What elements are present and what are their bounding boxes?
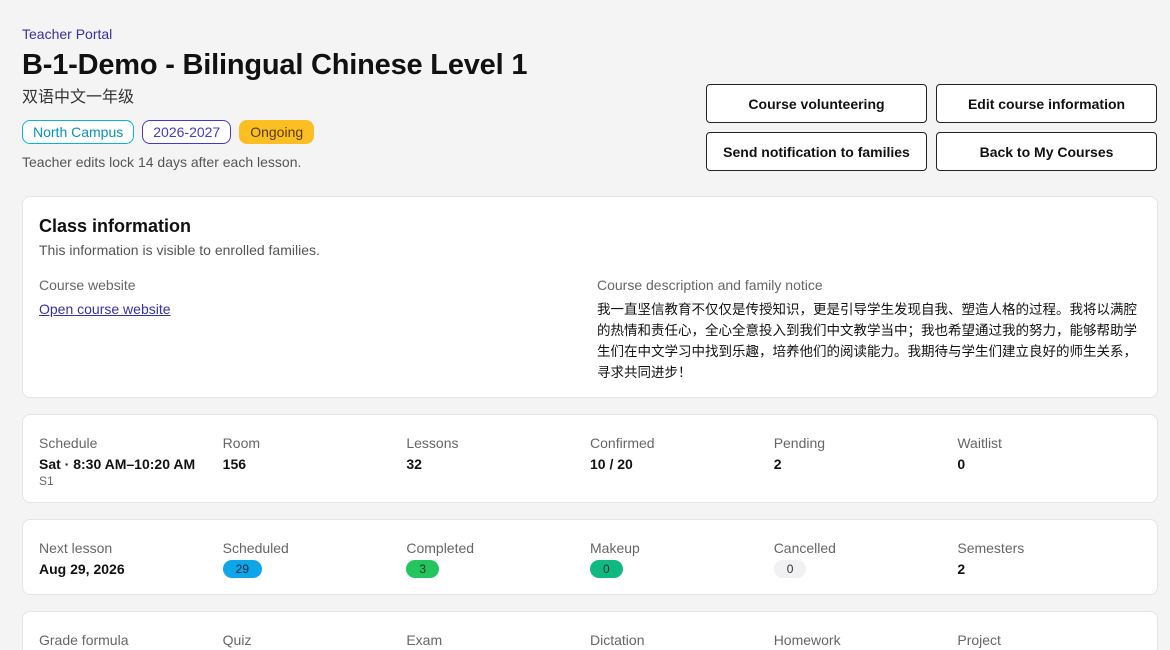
class-information-fields: Course website Open course website Cours… [39, 276, 1141, 383]
scheduled-count-badge: 29 [222, 560, 263, 578]
completed-stat: Completed 3 [406, 539, 590, 578]
stat-label: Quiz [222, 632, 252, 648]
dictation-stat: Dictation [590, 631, 774, 649]
badge-group: North Campus 2026-2027 Ongoing [22, 120, 682, 144]
exam-stat: Exam [406, 631, 590, 649]
next-lesson-stat: Next lesson Aug 29, 2026 [39, 539, 223, 578]
stat-label: Waitlist [957, 435, 1002, 451]
open-course-website-link[interactable]: Open course website [39, 300, 171, 318]
stat-label: Exam [406, 632, 443, 648]
lock-note: Teacher edits lock 14 days after each le… [22, 154, 302, 170]
course-description-field: Course description and family notice 我一直… [597, 276, 1141, 383]
pending-stat: Pending 2 [774, 434, 958, 488]
school-year-badge: 2026-2027 [142, 120, 232, 144]
stat-label: Grade formula [39, 632, 129, 648]
class-information-title: Class information [39, 216, 192, 236]
campus-badge: North Campus [22, 120, 135, 144]
semesters-stat: Semesters 2 [957, 539, 1141, 578]
grade-formula-stat: Grade formula [39, 631, 223, 649]
class-information-card: Class information This information is vi… [22, 196, 1158, 398]
homework-stat: Homework [774, 631, 958, 649]
stat-label: Confirmed [590, 435, 655, 451]
schedule-stat: Schedule Sat · 8:30 AM–10:20 AM S1 [39, 434, 223, 488]
class-information-subtitle: This information is visible to enrolled … [39, 242, 320, 258]
semesters-value: 2 [957, 561, 966, 577]
stat-label: Dictation [590, 632, 645, 648]
course-description-text: 我一直坚信教育不仅仅是传授知识，更是引导学生发现自我、塑造人格的过程。我将以满腔… [596, 302, 1137, 380]
course-website-label: Course website [39, 277, 136, 293]
page-header: Teacher Portal B-1-Demo - Bilingual Chin… [22, 26, 682, 171]
next-lesson-value: Aug 29, 2026 [39, 561, 125, 577]
makeup-stat: Makeup 0 [590, 539, 774, 578]
course-chinese-title: 双语中文一年级 [22, 89, 135, 106]
stat-label: Cancelled [773, 540, 836, 556]
confirmed-stat: Confirmed 10 / 20 [590, 434, 774, 488]
grade-formula-card: Grade formula Quiz Exam Dictation Homewo… [22, 611, 1158, 650]
lessons-value: 32 [406, 456, 422, 472]
confirmed-value: 10 / 20 [590, 456, 633, 472]
stat-label: Makeup [590, 540, 640, 556]
stat-label: Project [957, 632, 1001, 648]
quiz-stat: Quiz [223, 631, 407, 649]
cancelled-stat: Cancelled 0 [773, 539, 958, 578]
lessons-stat: Lessons 32 [406, 434, 590, 488]
stat-label: Semesters [957, 540, 1025, 556]
stat-label: Scheduled [222, 540, 289, 556]
stat-label: Schedule [39, 435, 98, 451]
makeup-count-badge: 0 [590, 560, 623, 578]
project-stat: Project [957, 631, 1141, 649]
room-value: 156 [222, 456, 247, 472]
schedule-value: Sat · 8:30 AM–10:20 AM [39, 456, 196, 472]
back-to-my-courses-button[interactable]: Back to My Courses [936, 132, 1157, 171]
completed-count-badge: 3 [406, 560, 440, 578]
waitlist-stat: Waitlist 0 [957, 434, 1141, 488]
stat-label: Pending [773, 435, 826, 451]
header-actions: Course volunteering Edit course informat… [706, 84, 1157, 171]
stat-label: Room [222, 435, 261, 451]
waitlist-value: 0 [957, 456, 966, 472]
status-badge: Ongoing [239, 120, 315, 144]
pending-value: 2 [773, 456, 782, 472]
cancelled-count-badge: 0 [773, 560, 807, 578]
scheduled-stat: Scheduled 29 [222, 539, 407, 578]
stat-label: Lessons [406, 435, 459, 451]
course-description-label: Course description and family notice [596, 277, 823, 293]
course-volunteering-button[interactable]: Course volunteering [706, 84, 927, 123]
page-title: B-1-Demo - Bilingual Chinese Level 1 [22, 49, 528, 81]
stat-label: Next lesson [39, 540, 113, 556]
edit-course-information-button[interactable]: Edit course information [936, 84, 1157, 123]
stat-label: Completed [406, 540, 475, 556]
course-website-field: Course website Open course website [39, 276, 597, 383]
schedule-card: Schedule Sat · 8:30 AM–10:20 AM S1 Room … [22, 414, 1158, 503]
send-notification-button[interactable]: Send notification to families [706, 132, 927, 171]
portal-label: Teacher Portal [22, 26, 113, 42]
room-stat: Room 156 [223, 434, 407, 488]
lessons-card: Next lesson Aug 29, 2026 Scheduled 29 Co… [22, 519, 1158, 595]
stat-label: Homework [773, 632, 841, 648]
semester-code: S1 [39, 474, 54, 488]
